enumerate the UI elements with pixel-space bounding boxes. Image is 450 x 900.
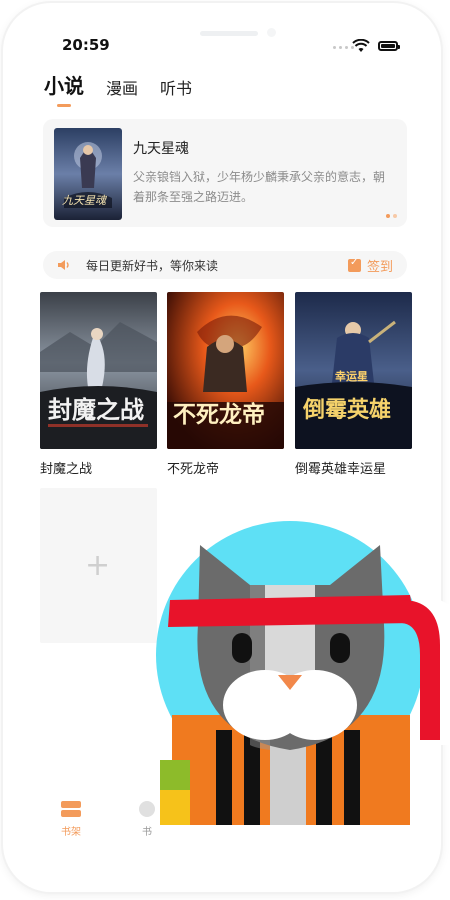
status-bar: 20:59 xyxy=(0,34,450,58)
signin-button[interactable]: 签到 xyxy=(347,256,393,275)
book-item[interactable]: 封魔之战 封魔之战 xyxy=(40,292,157,477)
tab-novel[interactable]: 小说 xyxy=(44,70,84,99)
featured-book-title: 九天星魂 xyxy=(133,141,189,157)
featured-book-cover: 九天星魂 xyxy=(54,128,122,220)
nav-bookshelf-label: 书架 xyxy=(61,827,81,838)
announcement-bar: 每日更新好书，等你来读 签到 xyxy=(43,251,407,279)
svg-text:幸运星: 幸运星 xyxy=(335,369,368,383)
book-title: 倒霉英雄幸运星 xyxy=(295,462,387,477)
signal-dots-icon xyxy=(333,46,354,49)
featured-pager xyxy=(386,214,397,218)
bookshelf-icon xyxy=(61,801,81,817)
wifi-icon xyxy=(352,39,370,52)
ninja-cat-sticker xyxy=(156,515,450,835)
status-time: 20:59 xyxy=(62,36,110,54)
signin-label: 签到 xyxy=(366,260,393,275)
calendar-check-icon xyxy=(347,257,361,272)
tab-audiobook[interactable]: 听书 xyxy=(160,75,192,99)
book-item[interactable]: 幸运星 倒霉英雄 倒霉英雄幸运星 xyxy=(295,292,412,477)
battery-icon xyxy=(378,41,400,51)
book-title: 不死龙帝 xyxy=(167,462,220,477)
pager-dot xyxy=(393,214,397,218)
svg-text:不死龙帝: 不死龙帝 xyxy=(173,401,265,428)
speaker-icon xyxy=(58,260,69,270)
pager-dot xyxy=(386,214,390,218)
announcement-text: 每日更新好书，等你来读 xyxy=(86,259,219,273)
svg-text:倒霉英雄: 倒霉英雄 xyxy=(302,397,391,423)
nav-bookshelf[interactable]: 书架 xyxy=(56,800,86,838)
featured-book-description: 父亲锒铛入狱，少年杨少麟秉承父亲的意志，朝着那条至强之路迈进。 xyxy=(133,170,386,204)
book-item[interactable]: 不死龙帝 不死龙帝 xyxy=(167,292,284,477)
book-cover: 不死龙帝 xyxy=(167,292,284,449)
svg-text:封魔之战: 封魔之战 xyxy=(48,395,144,424)
svg-text:九天星魂: 九天星魂 xyxy=(62,194,107,207)
book-title: 封魔之战 xyxy=(40,462,93,477)
category-tabs: 小说 漫画 听书 xyxy=(44,70,214,99)
book-cover: 封魔之战 xyxy=(40,292,157,449)
tab-comic[interactable]: 漫画 xyxy=(106,75,138,99)
plus-icon: + xyxy=(85,548,111,583)
book-cover: 幸运星 倒霉英雄 xyxy=(295,292,412,449)
featured-book-card[interactable]: 九天星魂 九天星魂 父亲锒铛入狱，少年杨少麟秉承父亲的意志，朝着那条至强之路迈进… xyxy=(43,119,407,227)
